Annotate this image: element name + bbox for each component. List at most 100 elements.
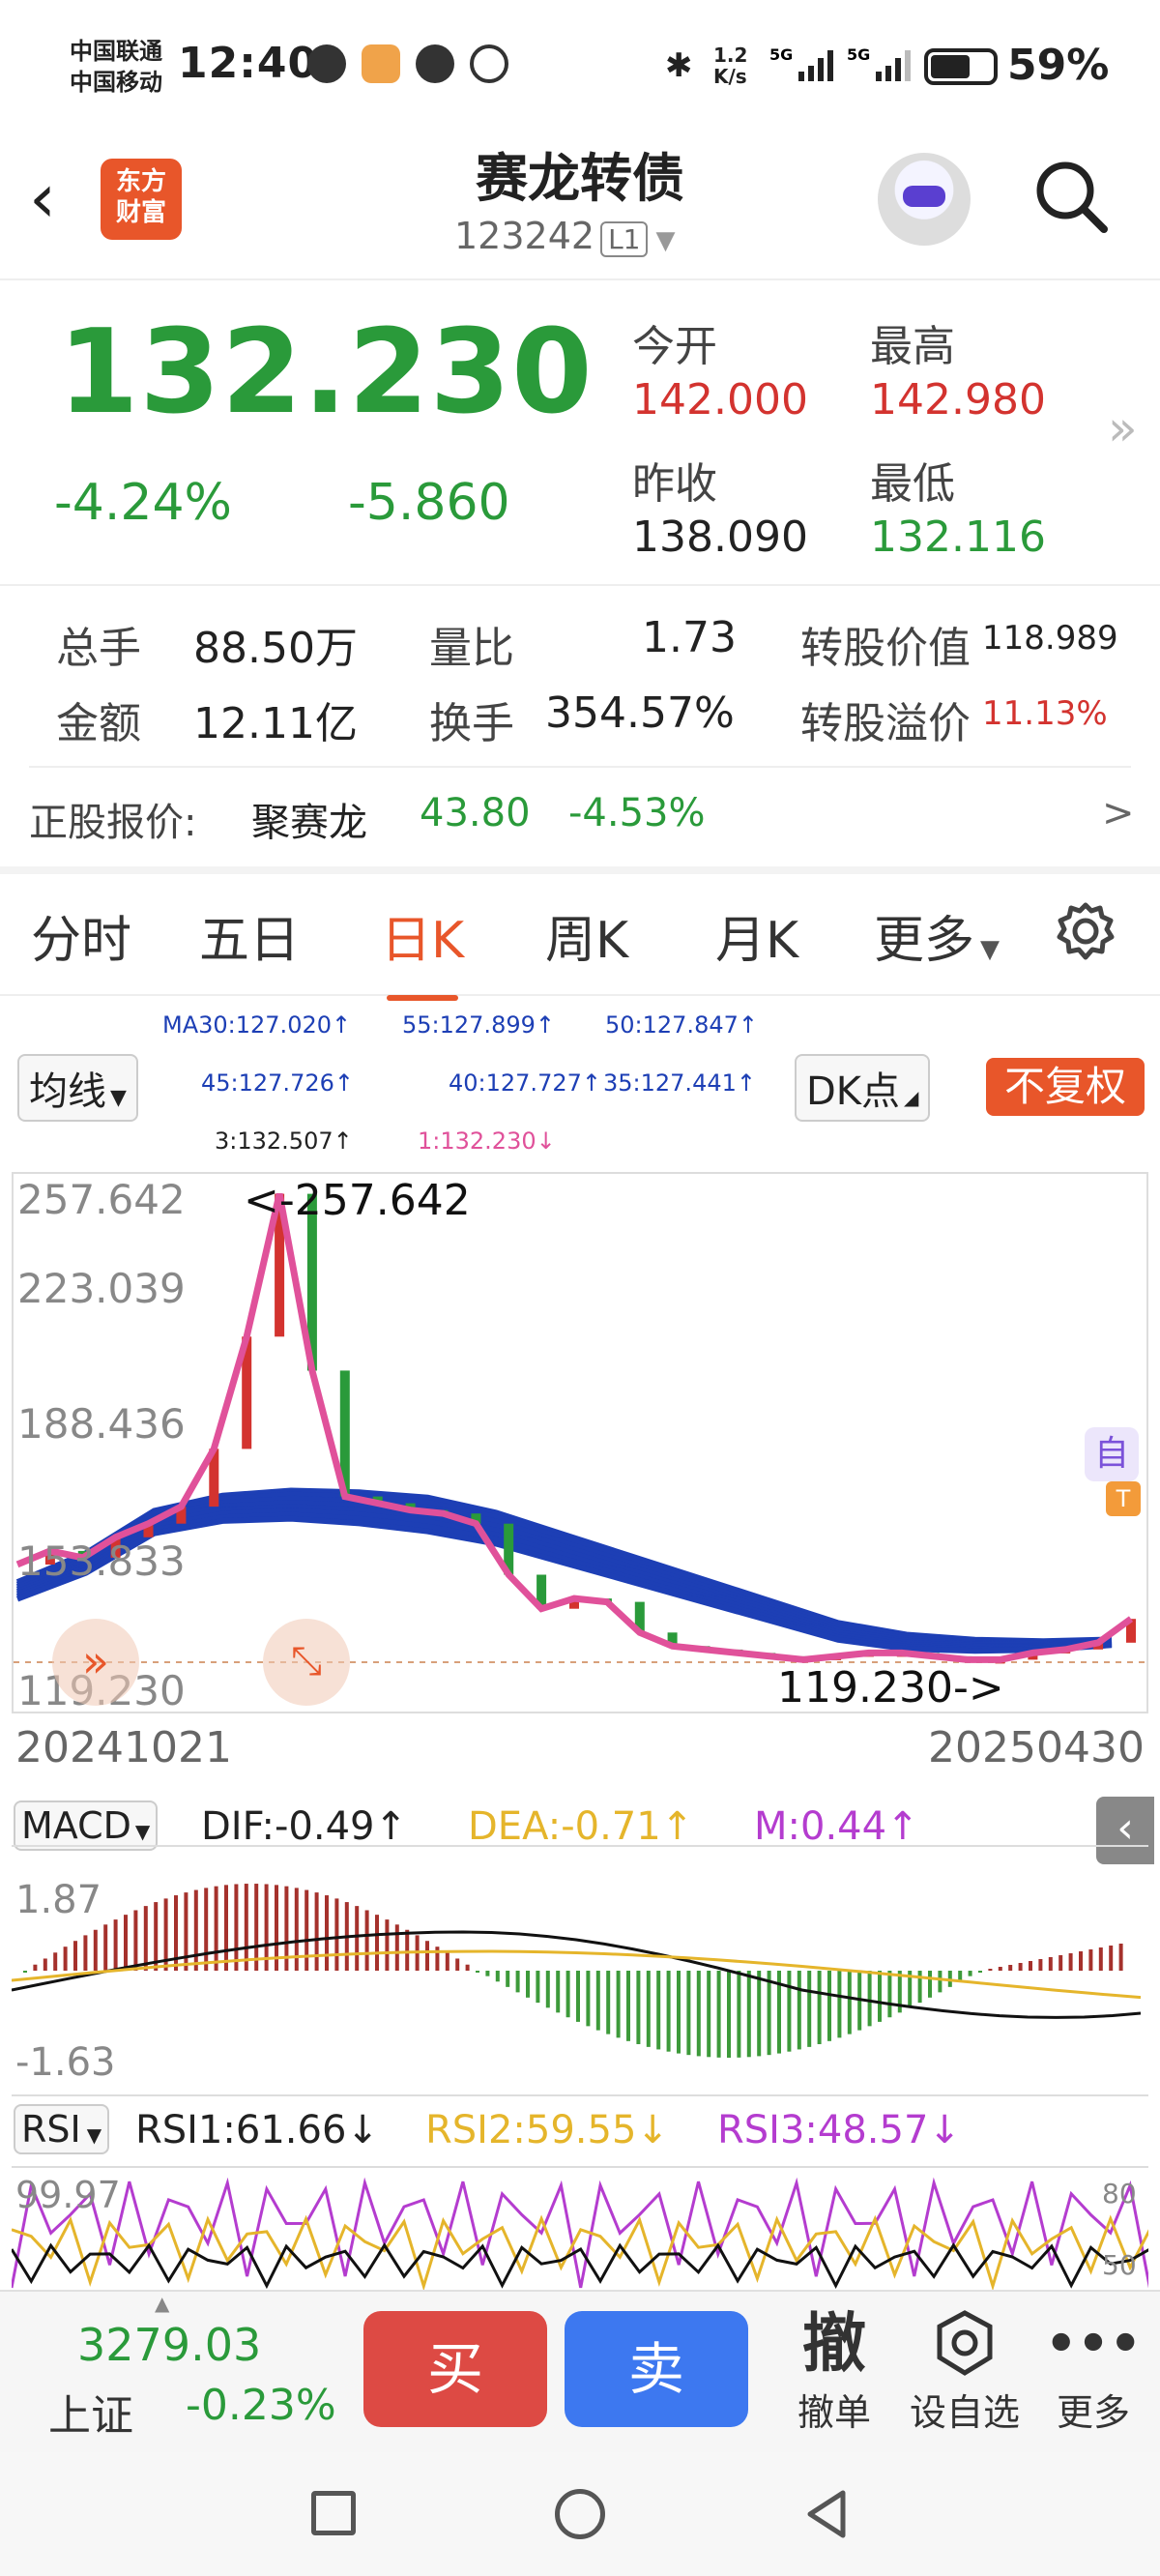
buy-button[interactable]: 买: [363, 2311, 547, 2427]
rsi-y-top: 99.97: [15, 2174, 121, 2216]
macd-bar: [304, 1889, 309, 1971]
macd-bar: [1018, 1963, 1023, 1971]
tab-five-day[interactable]: 五日: [199, 899, 300, 972]
page-title: 赛龙转债: [476, 148, 684, 209]
home-icon[interactable]: [555, 2489, 605, 2539]
dk-point-selector[interactable]: DK点 ◢: [795, 1054, 931, 1122]
ma45-value: 45:127.726↑: [201, 1069, 354, 1097]
macd-svg: [11, 1884, 1142, 2058]
tab-more[interactable]: 更多 ▼: [874, 899, 1000, 972]
macd-bar: [355, 1906, 360, 1971]
macd-bar: [837, 1971, 842, 2038]
recents-icon[interactable]: [311, 2491, 356, 2535]
caret-up-icon[interactable]: ▲: [155, 2292, 169, 2315]
expand-chart-icon[interactable]: »: [52, 1619, 139, 1706]
divider: [29, 766, 1131, 768]
status-bar: 中国联通 中国移动 12:40 ✱ 1.2 K/s 5G 5G 59%: [0, 0, 1160, 145]
conv-value: 118.989: [982, 619, 1118, 658]
underlying-change: -4.53%: [568, 791, 706, 835]
prev-close-value: 138.090: [632, 512, 808, 562]
macd-bar: [425, 1941, 429, 1971]
macd-bar: [394, 1924, 399, 1971]
low-value: 132.116: [870, 512, 1046, 562]
macd-bar: [887, 1971, 892, 2018]
macd-bar: [626, 1971, 630, 2041]
macd-bar: [636, 1971, 641, 2044]
macd-bar: [566, 1971, 570, 2018]
tab-monthly-k[interactable]: 月K: [715, 899, 798, 972]
ma-selector[interactable]: 均线 ▼: [17, 1054, 138, 1122]
macd-bar: [716, 1971, 721, 2058]
macd-bar: [154, 1902, 159, 1971]
rsi-chart: 99.97 80 50: [12, 2166, 1148, 2290]
hotspot-icon: [470, 44, 508, 83]
macd-bar: [375, 1915, 379, 1971]
macd-bar: [23, 1971, 27, 1973]
macd-bar: [616, 1971, 621, 2038]
tab-daily-k[interactable]: 日K: [381, 899, 464, 1001]
macd-bar: [53, 1952, 58, 1971]
watchlist-label: 设自选: [909, 2391, 1020, 2434]
add-watchlist-button[interactable]: 设自选: [897, 2305, 1032, 2436]
macd-bar: [938, 1971, 942, 1993]
ma50-value: 50:127.847↑: [605, 1011, 758, 1039]
macd-bar: [677, 1971, 681, 2054]
macd-bar: [737, 1971, 741, 2058]
more-button[interactable]: ••• 更多: [1040, 2305, 1146, 2436]
macd-bar: [204, 1888, 209, 1971]
bluetooth-icon: ✱: [665, 46, 693, 85]
macd-bar: [93, 1929, 98, 1971]
corner-triangle-icon: ◢: [904, 1086, 919, 1109]
macd-bar: [364, 1910, 369, 1971]
turnover-value: 354.57%: [545, 688, 735, 738]
x-start-date: 20241021: [15, 1723, 232, 1772]
macd-bar: [536, 1971, 540, 2004]
y-tick-label: 257.642: [17, 1176, 186, 1223]
macd-selector[interactable]: MACD ▼: [14, 1800, 159, 1851]
sell-button[interactable]: 卖: [565, 2311, 748, 2427]
code-value: 123242: [454, 215, 595, 257]
macd-bar: [787, 1971, 792, 2052]
macd-bar: [1048, 1957, 1053, 1971]
auto-tag[interactable]: 自: [1085, 1427, 1139, 1481]
ma1-value: 1:132.230↓: [418, 1127, 556, 1155]
rsi-selector-label: RSI: [21, 2108, 81, 2151]
rsi-selector[interactable]: RSI ▼: [14, 2104, 110, 2154]
caret-down-icon: ▼: [134, 1820, 151, 1843]
settings-gear-icon[interactable]: [1054, 899, 1117, 963]
fullscreen-icon[interactable]: ⤡: [263, 1619, 350, 1706]
macd-bar: [656, 1971, 661, 2050]
cancel-order-button[interactable]: 撤 撤单: [781, 2305, 887, 2436]
high-label: 最高: [870, 322, 955, 371]
macd-bar: [867, 1971, 872, 2027]
macd-bar: [727, 1971, 731, 2058]
macd-bar: [113, 1919, 118, 1971]
expand-right-icon[interactable]: »: [1108, 400, 1138, 456]
caret-down-icon: ▼: [86, 2123, 102, 2147]
security-code[interactable]: 123242 L1 ▼: [454, 215, 675, 257]
macd-bar: [214, 1886, 218, 1971]
kline-chart[interactable]: 257.642 223.039 188.436 153.833 119.230 …: [12, 1172, 1148, 1714]
candle-series: [44, 1193, 1136, 1664]
amount-label: 金额: [56, 699, 141, 748]
rsi-50: 50: [1102, 2249, 1137, 2281]
more-dots-icon: •••: [1045, 2315, 1142, 2373]
macd-bar: [515, 1971, 520, 1993]
ma-selector-label: 均线: [29, 1069, 106, 1114]
macd-bar: [1088, 1949, 1093, 1971]
macd-bar: [1079, 1951, 1083, 1971]
amount-value: 12.11亿: [193, 699, 358, 748]
trade-tag[interactable]: T: [1106, 1481, 1141, 1516]
assistant-robot-icon[interactable]: [878, 153, 971, 246]
macd-bar: [73, 1941, 77, 1971]
tab-intraday[interactable]: 分时: [31, 899, 131, 972]
macd-bar: [445, 1952, 450, 1971]
tab-weekly-k[interactable]: 周K: [545, 899, 628, 972]
index-value[interactable]: 3279.03: [77, 2319, 261, 2371]
macd-bar: [63, 1947, 68, 1971]
back-nav-icon[interactable]: [800, 2487, 855, 2541]
macd-bar: [1098, 1947, 1103, 1971]
macd-dif: DIF:-0.49↑: [201, 1804, 407, 1849]
adjust-mode-button[interactable]: 不复权: [986, 1058, 1145, 1116]
search-icon[interactable]: [1034, 160, 1108, 233]
